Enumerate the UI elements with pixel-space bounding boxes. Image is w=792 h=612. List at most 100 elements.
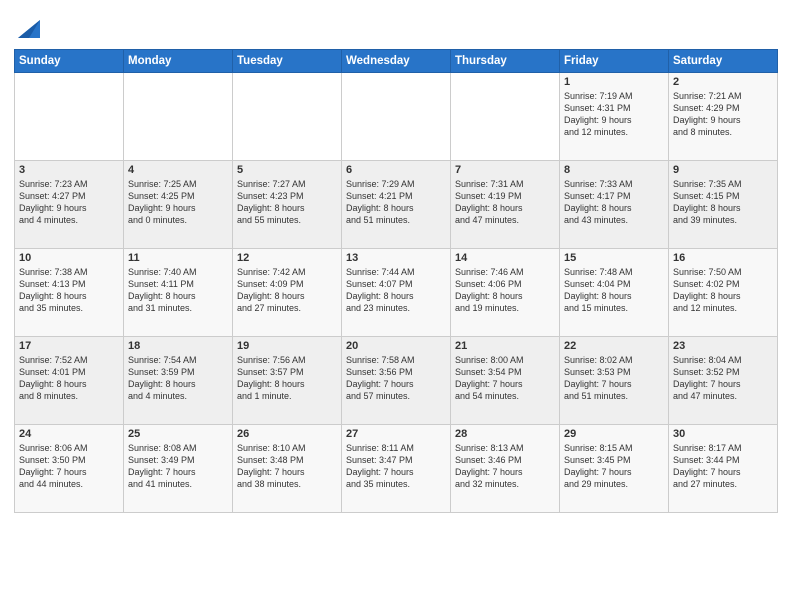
day-number: 14	[455, 252, 555, 264]
day-info: Sunrise: 7:42 AM Sunset: 4:09 PM Dayligh…	[237, 266, 337, 315]
day-number: 24	[19, 428, 119, 440]
calendar: SundayMondayTuesdayWednesdayThursdayFrid…	[14, 49, 778, 513]
calendar-cell: 23 Sunrise: 8:04 AM Sunset: 3:52 PM Dayli…	[669, 337, 778, 425]
calendar-header-friday: Friday	[560, 50, 669, 73]
day-number: 4	[128, 164, 228, 176]
day-number: 7	[455, 164, 555, 176]
calendar-cell	[342, 73, 451, 161]
calendar-cell: 18 Sunrise: 7:54 AM Sunset: 3:59 PM Dayli…	[124, 337, 233, 425]
day-number: 22	[564, 340, 664, 352]
calendar-header-sunday: Sunday	[15, 50, 124, 73]
day-info: Sunrise: 8:10 AM Sunset: 3:48 PM Dayligh…	[237, 442, 337, 491]
calendar-header-row: SundayMondayTuesdayWednesdayThursdayFrid…	[15, 50, 778, 73]
day-number: 8	[564, 164, 664, 176]
day-number: 29	[564, 428, 664, 440]
day-number: 13	[346, 252, 446, 264]
day-info: Sunrise: 8:15 AM Sunset: 3:45 PM Dayligh…	[564, 442, 664, 491]
calendar-cell: 7 Sunrise: 7:31 AM Sunset: 4:19 PM Daylig…	[451, 161, 560, 249]
calendar-cell: 9Sunrise: 7:35 AM Sunset: 4:15 PM Daylig…	[669, 161, 778, 249]
day-number: 3	[19, 164, 119, 176]
calendar-cell: 2 Sunrise: 7:21 AM Sunset: 4:29 PM Daylig…	[669, 73, 778, 161]
day-info: Sunrise: 8:13 AM Sunset: 3:46 PM Dayligh…	[455, 442, 555, 491]
calendar-header-monday: Monday	[124, 50, 233, 73]
day-number: 11	[128, 252, 228, 264]
calendar-cell: 26 Sunrise: 8:10 AM Sunset: 3:48 PM Dayli…	[233, 425, 342, 513]
day-info: Sunrise: 7:44 AM Sunset: 4:07 PM Dayligh…	[346, 266, 446, 315]
calendar-cell: 10 Sunrise: 7:38 AM Sunset: 4:13 PM Dayli…	[15, 249, 124, 337]
day-info: Sunrise: 8:06 AM Sunset: 3:50 PM Dayligh…	[19, 442, 119, 491]
day-info: Sunrise: 7:33 AM Sunset: 4:17 PM Dayligh…	[564, 178, 664, 227]
day-number: 12	[237, 252, 337, 264]
calendar-cell: 11Sunrise: 7:40 AM Sunset: 4:11 PM Dayli…	[124, 249, 233, 337]
calendar-header-saturday: Saturday	[669, 50, 778, 73]
calendar-cell: 25 Sunrise: 8:08 AM Sunset: 3:49 PM Dayli…	[124, 425, 233, 513]
day-number: 26	[237, 428, 337, 440]
calendar-cell: 22Sunrise: 8:02 AM Sunset: 3:53 PM Dayli…	[560, 337, 669, 425]
page: SundayMondayTuesdayWednesdayThursdayFrid…	[0, 0, 792, 612]
day-info: Sunrise: 8:17 AM Sunset: 3:44 PM Dayligh…	[673, 442, 773, 491]
day-info: Sunrise: 8:00 AM Sunset: 3:54 PM Dayligh…	[455, 354, 555, 403]
calendar-cell: 5 Sunrise: 7:27 AM Sunset: 4:23 PM Daylig…	[233, 161, 342, 249]
day-number: 19	[237, 340, 337, 352]
day-number: 30	[673, 428, 773, 440]
day-info: Sunrise: 7:23 AM Sunset: 4:27 PM Dayligh…	[19, 178, 119, 227]
logo	[14, 10, 40, 43]
calendar-cell: 17Sunrise: 7:52 AM Sunset: 4:01 PM Dayli…	[15, 337, 124, 425]
day-info: Sunrise: 7:25 AM Sunset: 4:25 PM Dayligh…	[128, 178, 228, 227]
day-info: Sunrise: 7:35 AM Sunset: 4:15 PM Dayligh…	[673, 178, 773, 227]
day-number: 25	[128, 428, 228, 440]
calendar-cell: 13 Sunrise: 7:44 AM Sunset: 4:07 PM Dayli…	[342, 249, 451, 337]
day-number: 16	[673, 252, 773, 264]
day-info: Sunrise: 8:04 AM Sunset: 3:52 PM Dayligh…	[673, 354, 773, 403]
day-number: 15	[564, 252, 664, 264]
calendar-cell	[233, 73, 342, 161]
day-number: 5	[237, 164, 337, 176]
day-info: Sunrise: 7:21 AM Sunset: 4:29 PM Dayligh…	[673, 90, 773, 139]
calendar-cell: 20Sunrise: 7:58 AM Sunset: 3:56 PM Dayli…	[342, 337, 451, 425]
day-number: 23	[673, 340, 773, 352]
calendar-header-wednesday: Wednesday	[342, 50, 451, 73]
calendar-cell: 24 Sunrise: 8:06 AM Sunset: 3:50 PM Dayli…	[15, 425, 124, 513]
calendar-cell: 16 Sunrise: 7:50 AM Sunset: 4:02 PM Dayli…	[669, 249, 778, 337]
day-number: 21	[455, 340, 555, 352]
calendar-cell: 21 Sunrise: 8:00 AM Sunset: 3:54 PM Dayli…	[451, 337, 560, 425]
day-number: 17	[19, 340, 119, 352]
calendar-cell: 15Sunrise: 7:48 AM Sunset: 4:04 PM Dayli…	[560, 249, 669, 337]
day-info: Sunrise: 7:50 AM Sunset: 4:02 PM Dayligh…	[673, 266, 773, 315]
day-info: Sunrise: 8:11 AM Sunset: 3:47 PM Dayligh…	[346, 442, 446, 491]
week-row-4: 17Sunrise: 7:52 AM Sunset: 4:01 PM Dayli…	[15, 337, 778, 425]
week-row-3: 10 Sunrise: 7:38 AM Sunset: 4:13 PM Dayli…	[15, 249, 778, 337]
day-info: Sunrise: 7:56 AM Sunset: 3:57 PM Dayligh…	[237, 354, 337, 403]
day-info: Sunrise: 7:54 AM Sunset: 3:59 PM Dayligh…	[128, 354, 228, 403]
day-number: 1	[564, 76, 664, 88]
calendar-cell: 3 Sunrise: 7:23 AM Sunset: 4:27 PM Daylig…	[15, 161, 124, 249]
day-info: Sunrise: 7:38 AM Sunset: 4:13 PM Dayligh…	[19, 266, 119, 315]
logo-icon	[18, 10, 40, 43]
calendar-cell: 29 Sunrise: 8:15 AM Sunset: 3:45 PM Dayli…	[560, 425, 669, 513]
day-info: Sunrise: 7:19 AM Sunset: 4:31 PM Dayligh…	[564, 90, 664, 139]
day-number: 28	[455, 428, 555, 440]
day-info: Sunrise: 7:31 AM Sunset: 4:19 PM Dayligh…	[455, 178, 555, 227]
header	[14, 10, 778, 43]
day-number: 18	[128, 340, 228, 352]
calendar-header-tuesday: Tuesday	[233, 50, 342, 73]
calendar-cell	[451, 73, 560, 161]
week-row-5: 24 Sunrise: 8:06 AM Sunset: 3:50 PM Dayli…	[15, 425, 778, 513]
calendar-cell: 14Sunrise: 7:46 AM Sunset: 4:06 PM Dayli…	[451, 249, 560, 337]
day-number: 20	[346, 340, 446, 352]
day-info: Sunrise: 8:08 AM Sunset: 3:49 PM Dayligh…	[128, 442, 228, 491]
calendar-cell	[15, 73, 124, 161]
calendar-cell: 19 Sunrise: 7:56 AM Sunset: 3:57 PM Dayli…	[233, 337, 342, 425]
calendar-cell: 4 Sunrise: 7:25 AM Sunset: 4:25 PM Daylig…	[124, 161, 233, 249]
calendar-cell: 12 Sunrise: 7:42 AM Sunset: 4:09 PM Dayli…	[233, 249, 342, 337]
calendar-cell: 6Sunrise: 7:29 AM Sunset: 4:21 PM Daylig…	[342, 161, 451, 249]
day-number: 2	[673, 76, 773, 88]
day-number: 6	[346, 164, 446, 176]
day-number: 10	[19, 252, 119, 264]
calendar-header-thursday: Thursday	[451, 50, 560, 73]
day-info: Sunrise: 7:27 AM Sunset: 4:23 PM Dayligh…	[237, 178, 337, 227]
calendar-cell: 8 Sunrise: 7:33 AM Sunset: 4:17 PM Daylig…	[560, 161, 669, 249]
calendar-cell	[124, 73, 233, 161]
day-number: 27	[346, 428, 446, 440]
calendar-cell: 30 Sunrise: 8:17 AM Sunset: 3:44 PM Dayli…	[669, 425, 778, 513]
